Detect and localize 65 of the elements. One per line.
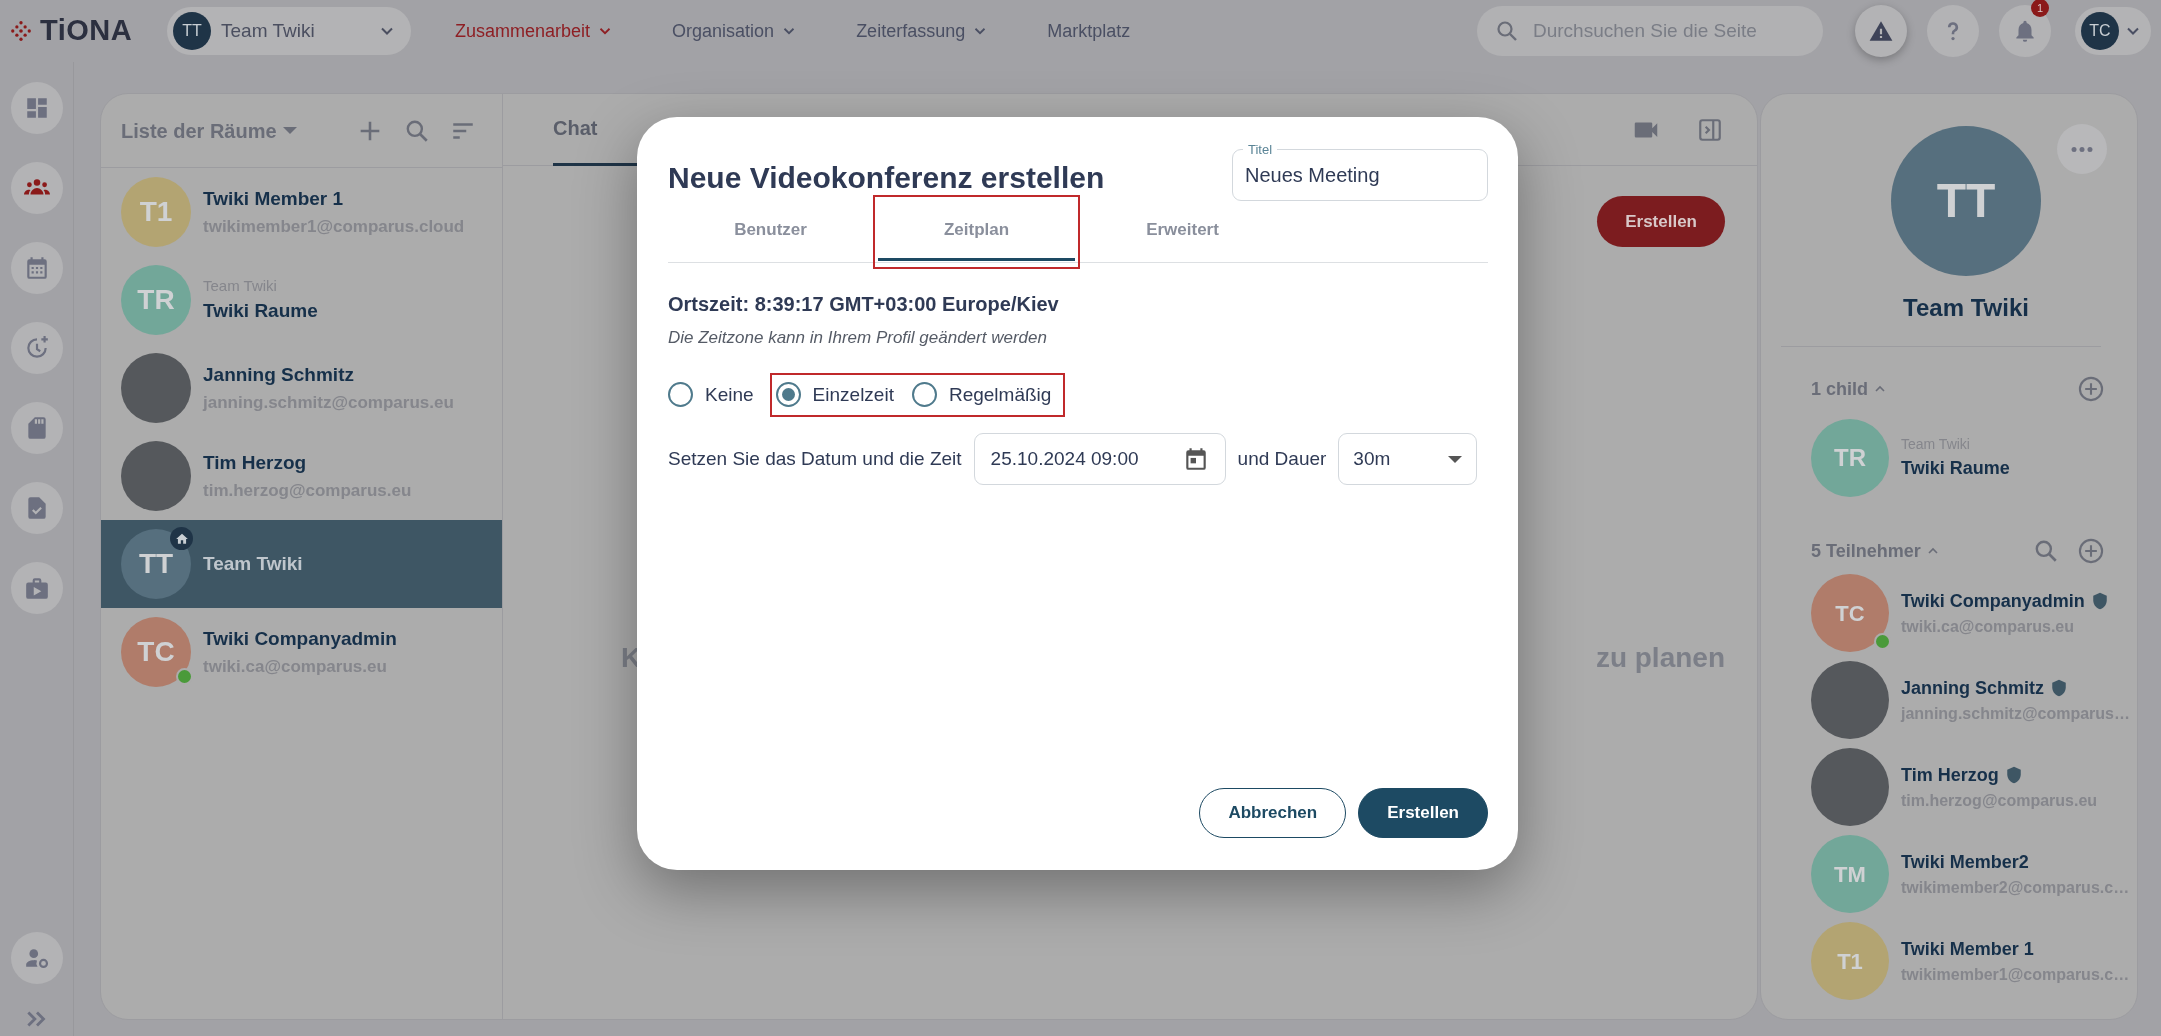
warning-button[interactable] — [1855, 5, 1907, 57]
room-name: Tim Herzog — [203, 451, 308, 475]
radio-button[interactable] — [668, 382, 693, 408]
room-name: Team Twiki — [203, 551, 303, 576]
more-options-button[interactable] — [2057, 124, 2107, 174]
local-time: Ortszeit: 8:39:17 GMT+03:00 Europe/Kiev — [668, 292, 1060, 317]
briefcase-play-icon — [23, 575, 50, 601]
date-time-box[interactable]: 25.10.2024 09:00 — [973, 433, 1226, 485]
notifications-button[interactable] — [1999, 5, 2051, 57]
room-name: Janning Schmitz — [203, 363, 355, 387]
add-circle-icon[interactable] — [2077, 537, 2105, 565]
logo-icon — [10, 20, 32, 42]
dialog-tab[interactable]: Erweitert — [1080, 201, 1285, 261]
radio-button[interactable] — [775, 382, 801, 408]
nav-menu-item[interactable]: Organisation — [672, 17, 829, 45]
dialog-tab[interactable]: Zeitplan — [878, 201, 1075, 261]
search-icon[interactable] — [2033, 538, 2059, 564]
logo-text: TiONA — [40, 13, 133, 49]
nav-menu-item[interactable]: Zeiterfassung — [856, 17, 1020, 45]
title-box[interactable]: Titel Neues Meeting — [1232, 143, 1488, 201]
avatar: TC — [1811, 574, 1889, 652]
avatar: TT — [121, 529, 191, 599]
search-icon — [1495, 19, 1519, 43]
radio-label[interactable]: Regelmäßig — [948, 380, 1052, 409]
team-selector[interactable]: TT Team Twiki — [167, 7, 411, 55]
member-name: Twiki Companyadmin — [1901, 589, 2085, 613]
dialog-tab[interactable]: Benutzer — [668, 201, 873, 261]
room-avatar: TT — [1891, 126, 2041, 276]
radio-label[interactable]: Keine — [705, 380, 754, 409]
room-title: Team Twiki — [1902, 293, 2030, 323]
member-name: Janning Schmitz — [1901, 676, 2044, 700]
caret-icon — [282, 127, 297, 134]
add-circle-icon[interactable] — [2077, 375, 2105, 403]
member-name: Twiki Member 1 — [1901, 937, 2034, 961]
avatar: T1 — [121, 177, 191, 247]
duration-select[interactable]: 30m — [1338, 433, 1478, 485]
duration-label: und Dauer — [1237, 446, 1327, 471]
side-panel-icon[interactable] — [1697, 116, 1723, 143]
radio-label[interactable]: Einzelzeit — [812, 380, 894, 409]
avatar: T1 — [1811, 922, 1889, 1000]
notification-count: 1 — [2031, 0, 2049, 17]
room-list-item[interactable]: TT Team Twiki — [101, 520, 502, 608]
member-name: Twiki Member2 — [1901, 850, 2029, 874]
room-name: Twiki Raume — [1901, 457, 2010, 480]
nav-menu-item[interactable]: Marktplatz — [1047, 17, 1161, 45]
room-name: Twiki Companyadmin — [203, 627, 397, 651]
date-label: Setzen Sie das Datum und die Zeit — [668, 446, 962, 471]
cancel-button[interactable]: Abbrechen — [1199, 788, 1347, 838]
avatar: TM — [1811, 835, 1889, 913]
room-name: Twiki Raume — [203, 299, 318, 323]
field-label: Titel — [1247, 143, 1274, 156]
user-menu[interactable]: TC — [2075, 7, 2151, 55]
create-button[interactable]: Erstellen — [1358, 788, 1488, 838]
caret-icon — [1448, 455, 1463, 463]
nav-menu-item[interactable]: Zusammenarbeit — [455, 17, 645, 45]
timezone-hint: Die Zeitzone kann in Ihrem Profil geändert werden — [668, 327, 1048, 349]
radio-button[interactable] — [911, 382, 937, 408]
create-button[interactable]: Erstellen — [1597, 196, 1725, 247]
avatar: TR — [1811, 419, 1889, 497]
more-icon — [2071, 146, 2093, 152]
avatar: TC — [121, 617, 191, 687]
avatar: TR — [121, 265, 191, 335]
help-button[interactable] — [1927, 5, 1979, 57]
member-name: Tim Herzog — [1901, 763, 1999, 787]
room-name: Twiki Member 1 — [203, 187, 345, 211]
